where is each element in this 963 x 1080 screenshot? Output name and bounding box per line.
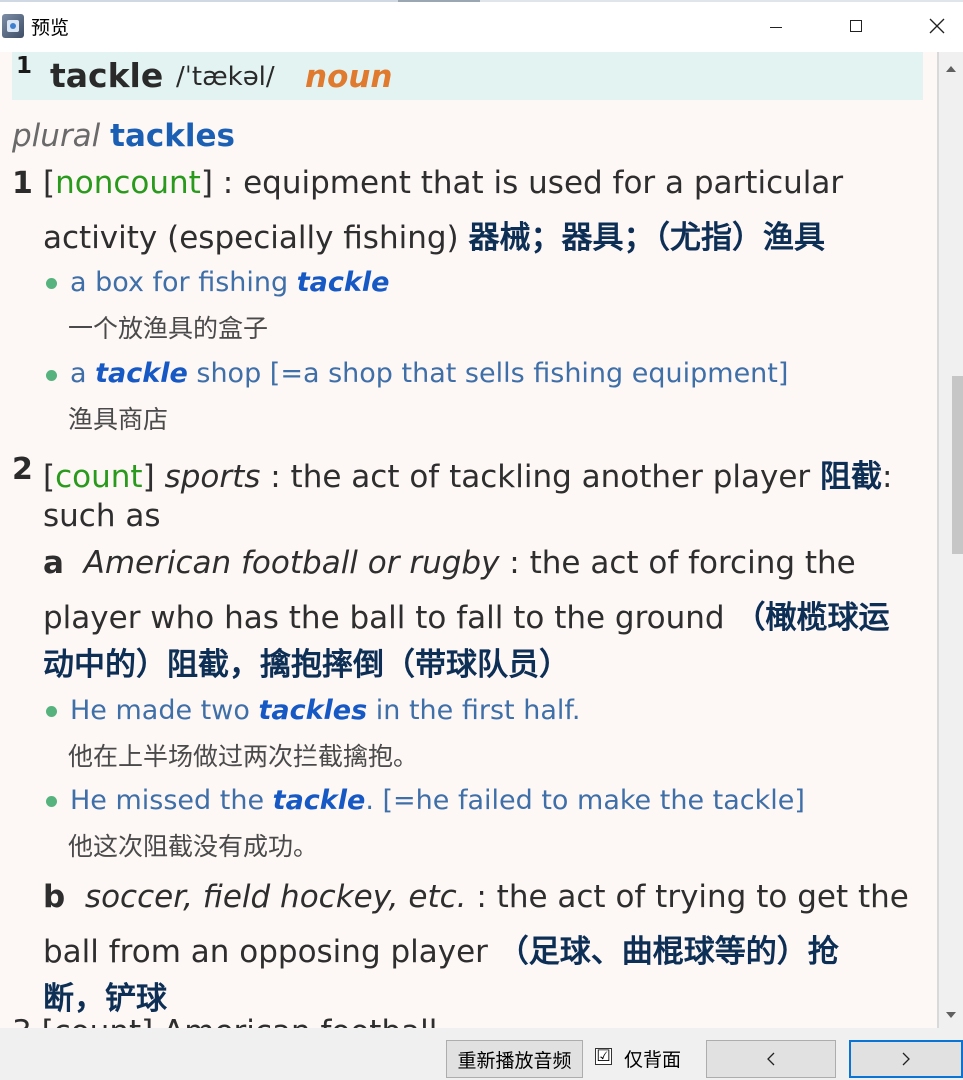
close-icon xyxy=(929,18,945,34)
maximize-icon xyxy=(850,20,862,32)
sense-2a-line2: player who has the ball to fall to the g… xyxy=(43,592,889,637)
sense-number: 1 xyxy=(12,166,33,201)
example-sentence[interactable]: He made two tackles in the first half. xyxy=(70,695,581,726)
sense-2-def-line1: [count] sports : the act of tackling ano… xyxy=(43,451,892,496)
example-text: a xyxy=(70,358,96,389)
bracket-close: ] xyxy=(200,165,213,201)
grammar-label: count xyxy=(55,459,143,495)
example-text: shop [=a shop that sells fishing equipme… xyxy=(187,358,789,389)
sense-2: 2 xyxy=(12,452,33,487)
headword: tackle xyxy=(50,56,164,95)
next-button[interactable] xyxy=(849,1040,963,1078)
example-sentence[interactable]: a box for fishing tackle xyxy=(70,267,389,298)
bracket-open: [ xyxy=(43,459,56,495)
definition-text: : the act of forcing the xyxy=(499,545,856,581)
bracket-open: [ xyxy=(43,165,56,201)
sense-2b-line1: b soccer, field hockey, etc. : the act o… xyxy=(43,879,909,915)
scrollbar-thumb[interactable] xyxy=(952,376,963,554)
sense-1: 1 xyxy=(12,166,33,201)
subject-label: American football or rugby xyxy=(83,545,500,581)
title-bar-accent-line xyxy=(0,0,963,2)
colon: : xyxy=(882,459,893,495)
example-keyword: tackles xyxy=(258,695,368,726)
replay-audio-button[interactable]: 重新播放音频 xyxy=(446,1040,583,1078)
entry-header: 1 tackle /ˈtækəl/ noun xyxy=(12,52,923,100)
example-translation: 他在上半场做过两次拦截擒抱。 xyxy=(68,742,419,771)
title-bar: 预览 xyxy=(0,0,963,52)
sense-2b-line3: 断，铲球 xyxy=(43,973,167,1018)
subsense-letter: a xyxy=(43,545,64,581)
sense-2a-line3: 动中的）阻截，擒抱摔倒（带球队员） xyxy=(43,639,570,684)
example-text: a box for fishing xyxy=(70,267,297,298)
vertical-scrollbar[interactable] xyxy=(939,52,963,1028)
example-keyword: tackle xyxy=(272,785,366,816)
subject-label: soccer, field hockey, etc. xyxy=(84,879,467,915)
minimize-icon xyxy=(770,26,782,28)
grammar-label: noncount xyxy=(55,165,201,201)
window-title: 预览 xyxy=(31,17,70,39)
definition-text: : the act of tackling another player xyxy=(260,459,821,495)
sense-1-def-line2: activity (especially fishing) 器械；器具；（尤指）… xyxy=(43,212,825,257)
close-button[interactable] xyxy=(914,0,960,52)
sense-2a-line1: a American football or rugby : the act o… xyxy=(43,545,856,581)
scroll-down-icon[interactable] xyxy=(946,1012,956,1018)
plural-line: plural tackles xyxy=(12,118,235,154)
example-text: . [=he failed to make the tackle] xyxy=(365,785,805,816)
example-text: He missed the xyxy=(70,785,273,816)
chinese-definition: 器械；器具；（尤指）渔具 xyxy=(468,220,825,256)
chevron-left-icon xyxy=(767,1052,775,1066)
minimize-button[interactable] xyxy=(753,0,799,52)
definition-text: : the act of trying to get the xyxy=(466,879,909,915)
chinese-definition: 阻截 xyxy=(820,459,883,495)
subject-label: sports xyxy=(164,459,261,495)
example-sentence[interactable]: a tackle shop [=a shop that sells fishin… xyxy=(70,358,788,389)
example-bullet xyxy=(46,796,57,807)
part-of-speech: noun xyxy=(305,59,393,95)
entry-number: 1 xyxy=(16,53,33,79)
chinese-definition: 动中的）阻截，擒抱摔倒（带球队员） xyxy=(43,647,570,683)
chinese-definition: 断，铲球 xyxy=(43,981,167,1017)
example-keyword: tackle xyxy=(296,267,390,298)
example-bullet xyxy=(46,370,57,381)
plural-form: tackles xyxy=(110,118,235,154)
definition-text: : equipment that is used for a particula… xyxy=(212,165,844,201)
bracket-close: ] xyxy=(142,459,155,495)
sense-3-text: 3 [count] American football xyxy=(12,1014,437,1028)
sense-number: 2 xyxy=(12,452,33,487)
example-sentence[interactable]: He missed the tackle. [=he failed to mak… xyxy=(70,785,805,816)
scroll-up-icon[interactable] xyxy=(946,66,956,72)
definition-text: ball from an opposing player xyxy=(43,934,498,970)
chinese-definition: （橄榄球运 xyxy=(734,600,890,636)
back-only-checkbox[interactable]: ☑ xyxy=(595,1048,612,1065)
bottom-toolbar: 重新播放音频 ☑ 仅背面 xyxy=(0,1028,963,1080)
subsense-letter: b xyxy=(43,879,66,915)
example-translation: 一个放渔具的盒子 xyxy=(68,314,269,343)
plural-prefix: plural xyxy=(12,118,101,154)
example-translation: 他这次阻截没有成功。 xyxy=(68,832,319,861)
chinese-definition: （足球、曲棍球等的）抢 xyxy=(497,934,839,970)
pronunciation[interactable]: /ˈtækəl/ xyxy=(176,62,275,92)
example-text: He made two xyxy=(70,695,259,726)
preview-window: 预览 1 tackle /ˈtækəl/ noun plural tackles… xyxy=(0,0,963,1080)
dictionary-content: 1 tackle /ˈtækəl/ noun plural tackles 1 … xyxy=(0,52,937,1028)
example-text: in the first half. xyxy=(367,695,581,726)
definition-text: player who has the ball to fall to the g… xyxy=(43,600,735,636)
example-keyword: tackle xyxy=(95,358,188,389)
sense-1-def-line1: [noncount] : equipment that is used for … xyxy=(43,165,843,201)
example-translation: 渔具商店 xyxy=(68,405,169,434)
sense-2b-line2: ball from an opposing player （足球、曲棍球等的）抢 xyxy=(43,926,839,971)
example-bullet xyxy=(46,706,57,717)
back-only-label[interactable]: 仅背面 xyxy=(624,1045,681,1072)
app-icon xyxy=(2,14,24,38)
sense-3-partial: 3 [count] American football xyxy=(12,1014,437,1028)
chevron-right-icon xyxy=(902,1052,910,1066)
previous-button[interactable] xyxy=(706,1040,836,1078)
sense-2-def-line2: such as xyxy=(43,498,161,534)
maximize-button[interactable] xyxy=(833,0,879,52)
definition-text: activity (especially fishing) xyxy=(43,220,469,256)
example-bullet xyxy=(46,278,57,289)
